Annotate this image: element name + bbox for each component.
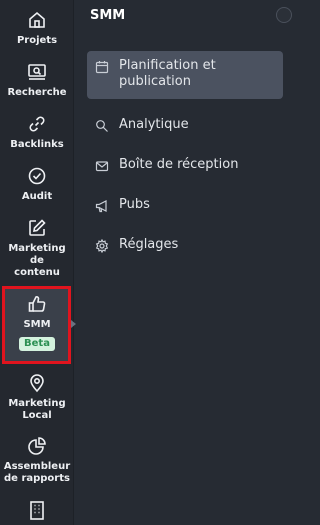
submenu-item-pubs[interactable]: Pubs bbox=[87, 197, 283, 213]
panel-title: SMM bbox=[90, 8, 126, 23]
nav-label-smm: SMM bbox=[23, 319, 51, 330]
submenu-item-planification[interactable]: Planification et publication bbox=[87, 51, 283, 99]
nav-label-marketing-de-contenu: Marketing de contenu bbox=[8, 243, 66, 278]
nav-label-audit: Audit bbox=[21, 191, 53, 202]
search-screen-icon bbox=[28, 64, 46, 80]
submenu-item-reglages[interactable]: Réglages bbox=[87, 237, 283, 253]
building-icon bbox=[30, 501, 44, 520]
mail-icon bbox=[95, 161, 109, 172]
beta-badge: Beta bbox=[19, 337, 55, 351]
nav-item-recherche[interactable]: Recherche bbox=[0, 62, 74, 99]
submenu-label-pubs: Pubs bbox=[119, 197, 150, 212]
search-icon bbox=[96, 120, 108, 132]
nav-label-backlinks: Backlinks bbox=[10, 139, 64, 150]
check-circle-icon bbox=[28, 167, 46, 185]
smm-submenu-panel: SMM Planification et publication Analyti… bbox=[76, 0, 292, 525]
main-nav-rail: Projets Recherche Backlinks Audit Market… bbox=[0, 0, 76, 525]
nav-label-assembleur-de-rapports: Assembleur de rapports bbox=[3, 461, 71, 484]
nav-item-backlinks[interactable]: Backlinks bbox=[0, 114, 74, 151]
edit-icon bbox=[29, 219, 46, 236]
nav-item-building[interactable] bbox=[0, 500, 74, 520]
submenu-item-analytique[interactable]: Analytique bbox=[87, 117, 283, 133]
nav-item-assembleur-de-rapports[interactable]: Assembleur de rapports bbox=[0, 436, 74, 485]
map-pin-icon bbox=[30, 374, 44, 393]
calendar-icon bbox=[95, 61, 109, 74]
link-icon bbox=[29, 116, 45, 132]
submenu-item-boite-de-reception[interactable]: Boîte de réception bbox=[87, 157, 283, 173]
home-icon bbox=[29, 11, 45, 28]
submenu-label-boite-de-reception: Boîte de réception bbox=[119, 157, 239, 172]
pie-chart-icon bbox=[28, 437, 46, 455]
nav-label-marketing-local: Marketing Local bbox=[8, 398, 66, 421]
nav-item-marketing-local[interactable]: Marketing Local bbox=[0, 373, 74, 422]
submenu-label-planification: Planification et publication bbox=[119, 58, 216, 89]
nav-label-recherche: Recherche bbox=[7, 87, 67, 98]
gear-icon bbox=[95, 239, 109, 253]
nav-item-projets[interactable]: Projets bbox=[0, 10, 74, 47]
collapse-toggle[interactable] bbox=[276, 7, 292, 23]
nav-label-projets: Projets bbox=[16, 35, 58, 46]
submenu-label-analytique: Analytique bbox=[119, 117, 189, 132]
megaphone-icon bbox=[95, 200, 107, 213]
thumbs-up-icon bbox=[28, 296, 46, 312]
nav-item-audit[interactable]: Audit bbox=[0, 166, 74, 203]
nav-item-smm[interactable]: SMM Beta bbox=[0, 294, 74, 351]
submenu-label-reglages: Réglages bbox=[119, 237, 179, 252]
nav-item-marketing-de-contenu[interactable]: Marketing de contenu bbox=[0, 218, 74, 279]
